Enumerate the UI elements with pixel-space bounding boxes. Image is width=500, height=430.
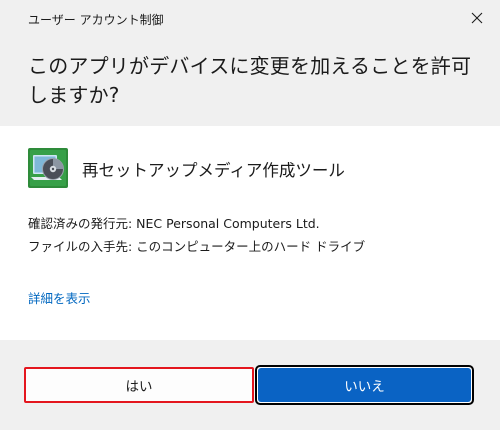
media-creation-tool-icon — [28, 148, 68, 188]
window-title: ユーザー アカウント制御 — [28, 13, 164, 27]
show-details-link[interactable]: 詳細を表示 — [28, 288, 91, 307]
close-button[interactable] — [454, 0, 500, 36]
file-origin-info: ファイルの入手先: このコンピューター上のハード ドライブ — [28, 239, 366, 254]
no-button-focus-ring: いいえ — [255, 365, 474, 405]
dialog-footer: はい いいえ — [0, 340, 500, 430]
no-button[interactable]: いいえ — [258, 368, 471, 402]
close-icon — [471, 12, 483, 24]
dialog-body: 再セットアップメディア作成ツール 確認済みの発行元: NEC Personal … — [0, 126, 500, 340]
dialog-question: このアプリがデバイスに変更を加えることを許可しますか? — [28, 54, 472, 107]
dialog-header: ユーザー アカウント制御 このアプリがデバイスに変更を加えることを許可しますか? — [0, 0, 500, 126]
uac-dialog: ユーザー アカウント制御 このアプリがデバイスに変更を加えることを許可しますか? — [0, 0, 500, 430]
yes-button[interactable]: はい — [24, 367, 254, 403]
publisher-info: 確認済みの発行元: NEC Personal Computers Ltd. — [28, 216, 320, 231]
app-name: 再セットアップメディア作成ツール — [82, 161, 345, 180]
